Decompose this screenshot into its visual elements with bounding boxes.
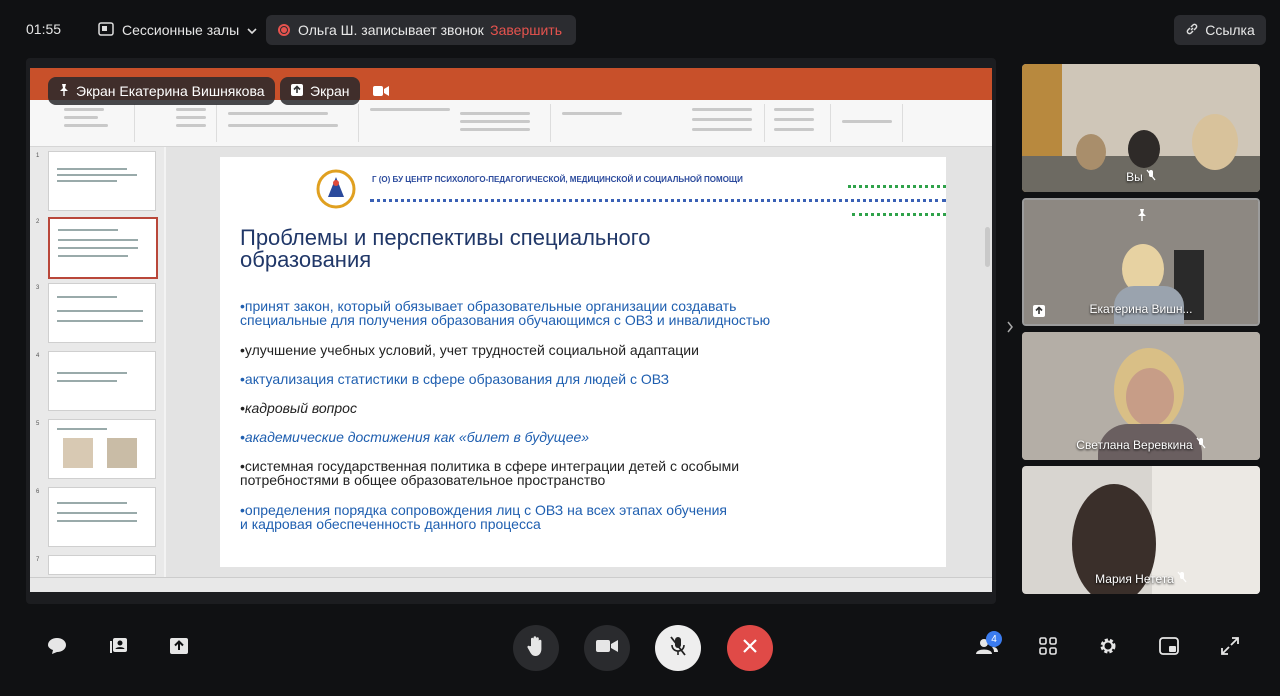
bullet-item: •определения порядка сопровождения лиц с…	[240, 502, 727, 532]
slide-thumbnail[interactable]	[48, 555, 156, 575]
slide-title: Проблемы и перспективы специального обра…	[240, 225, 651, 272]
ppt-ribbon	[30, 100, 992, 147]
mic-off-icon	[670, 635, 686, 662]
settings-button[interactable]	[1096, 636, 1120, 660]
bullet-item: •актуализация статистики в сфере образов…	[240, 371, 670, 387]
camera-icon[interactable]	[368, 79, 394, 103]
participant-name: Екатерина Вишн...	[1089, 302, 1193, 316]
chat-button[interactable]	[44, 636, 70, 660]
mic-muted-icon	[1196, 437, 1206, 452]
decor-dots	[852, 213, 946, 216]
slide-thumbnail[interactable]	[48, 351, 156, 411]
session-rooms-dropdown[interactable]: Сессионные залы	[98, 16, 257, 44]
contacts-icon	[109, 637, 129, 660]
recording-icon	[278, 24, 290, 36]
bullet-item: •академические достижения как «билет в б…	[240, 429, 590, 445]
participant-tile-pinned[interactable]: Екатерина Вишн...	[1022, 198, 1260, 326]
slide-thumbnails[interactable]: 1 2 3 4 5 6 7	[30, 147, 164, 577]
bullet-item: •системная государственная политика в сф…	[240, 458, 740, 488]
recording-banner: Ольга Ш. записывает звонок Завершить	[266, 15, 576, 45]
participant-name: Светлана Веревкина	[1022, 437, 1260, 452]
slide-thumbnail[interactable]	[48, 283, 156, 343]
slide-thumbnail[interactable]	[48, 151, 156, 211]
presenter-label: Экран Екатерина Вишнякова	[48, 77, 275, 105]
bullet-item: •кадровый вопрос	[240, 400, 357, 416]
mic-muted-icon	[1146, 169, 1156, 184]
slide-thumbnail[interactable]	[48, 487, 156, 547]
raise-hand-button[interactable]	[513, 625, 559, 671]
collapse-panel-icon[interactable]	[1006, 320, 1014, 336]
recording-text: Ольга Ш. записывает звонок	[298, 22, 484, 38]
share-screen-icon	[169, 637, 189, 660]
slide-scrollbar[interactable]	[985, 227, 990, 267]
participant-tile[interactable]: Светлана Веревкина	[1022, 332, 1260, 460]
participant-tile-self[interactable]: Вы	[1022, 64, 1260, 192]
end-call-button[interactable]	[727, 625, 773, 671]
camera-toggle-button[interactable]	[584, 625, 630, 671]
microphone-toggle-button[interactable]	[655, 625, 701, 671]
mic-muted-icon	[1177, 571, 1187, 586]
chat-icon	[47, 637, 67, 660]
close-icon	[741, 637, 759, 660]
expand-icon	[1221, 636, 1239, 660]
session-rooms-label: Сессионные залы	[122, 22, 240, 38]
copy-link-button[interactable]: Ссылка	[1174, 15, 1266, 45]
call-timer: 01:55	[26, 21, 62, 37]
end-recording-button[interactable]: Завершить	[490, 22, 562, 38]
organization-logo	[316, 169, 356, 209]
slide-workarea: Г (О) БУ ЦЕНТР ПСИХОЛОГО-ПЕДАГОГИЧЕСКОЙ,…	[166, 147, 992, 577]
chevron-down-icon	[247, 22, 257, 38]
share-screen-button[interactable]	[166, 636, 192, 660]
organization-name: Г (О) БУ ЦЕНТР ПСИХОЛОГО-ПЕДАГОГИЧЕСКОЙ,…	[372, 175, 743, 184]
shared-screen[interactable]: 1 2 3 4 5 6 7 Г (О) БУ ЦЕНТР ПСИХОЛОГО-П…	[26, 58, 996, 604]
video-camera-icon	[596, 639, 618, 658]
layout-grid-button[interactable]	[1036, 636, 1060, 660]
pip-icon	[1159, 636, 1179, 660]
session-rooms-icon	[98, 21, 114, 39]
pin-icon	[58, 83, 70, 100]
powerpoint-window: 1 2 3 4 5 6 7 Г (О) БУ ЦЕНТР ПСИХОЛОГО-П…	[30, 68, 992, 592]
grid-icon	[1039, 636, 1057, 660]
participants-count-badge: 4	[986, 631, 1002, 647]
participants-list-button[interactable]	[106, 636, 132, 660]
fullscreen-button[interactable]	[1218, 636, 1242, 660]
participant-name: Мария Нетета	[1022, 571, 1260, 586]
participant-tile[interactable]: Мария Нетета	[1022, 466, 1260, 594]
slide-thumbnail[interactable]	[48, 419, 156, 479]
slide-thumbnail-selected[interactable]	[48, 217, 158, 279]
picture-in-picture-button[interactable]	[1157, 636, 1181, 660]
bullet-item: •принят закон, который обязывает образов…	[240, 298, 771, 328]
current-slide: Г (О) БУ ЦЕНТР ПСИХОЛОГО-ПЕДАГОГИЧЕСКОЙ,…	[220, 157, 946, 567]
pin-icon	[1136, 208, 1148, 227]
ppt-status-bar	[30, 577, 992, 592]
bullet-item: •улучшение учебных условий, учет труднос…	[240, 342, 699, 358]
decor-dots	[370, 199, 946, 202]
link-icon	[1185, 22, 1199, 39]
hand-icon	[526, 635, 546, 662]
gear-icon	[1098, 636, 1118, 661]
participant-name: Вы	[1022, 169, 1260, 184]
screen-label: Экран	[280, 77, 360, 105]
screen-share-icon	[290, 83, 304, 100]
link-label: Ссылка	[1205, 22, 1255, 38]
decor-dots	[848, 185, 946, 188]
